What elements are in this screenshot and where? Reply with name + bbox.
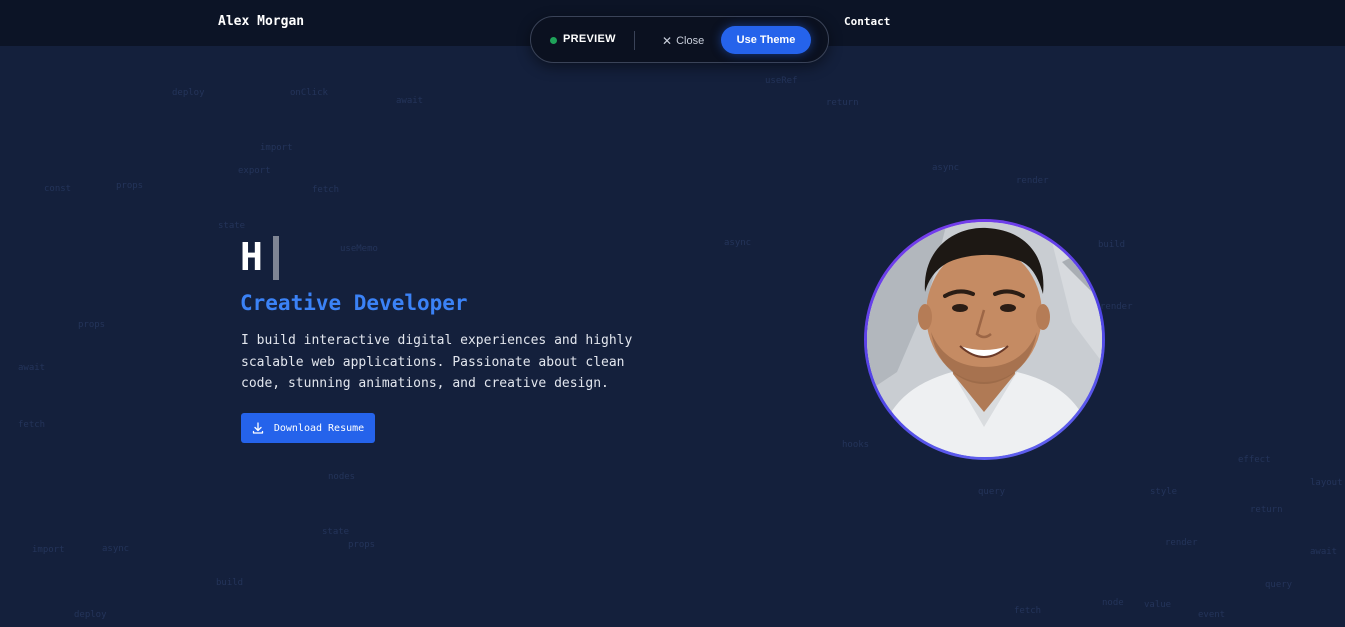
background-code-word: state [322,527,350,537]
background-code-word: hooks [842,440,870,450]
background-code-word: build [216,578,244,588]
use-theme-button[interactable]: Use Theme [721,26,811,54]
close-icon: ✕ [662,33,673,48]
preview-label: PREVIEW [563,33,616,45]
background-code-word: const [44,184,72,194]
preview-status-dot [550,37,557,44]
background-code-word: node [1102,598,1124,608]
background-code-word: useMemo [340,244,378,254]
background-code-word: props [78,320,106,330]
close-preview-button[interactable]: ✕ Close [662,33,704,48]
background-code-word: layout [1310,478,1343,488]
background-code-word: await [1310,547,1338,557]
background-code-word: deploy [74,610,107,620]
background-code-word: state [218,221,246,231]
background-code-words: deploy onClick await useRef return import expo… [0,0,1345,627]
avatar [864,219,1105,460]
background-code-word: onClick [290,88,328,98]
background-code-word: deploy [172,88,205,98]
background-code-word: async [724,238,752,248]
background-code-word: return [1250,505,1283,515]
background-code-word: return [826,98,859,108]
background-code-word: props [348,540,376,550]
profile-photo [867,222,1102,457]
background-code-word: render [1016,176,1049,186]
brand-name[interactable]: Alex Morgan [218,14,304,29]
background-code-word: query [978,487,1006,497]
background-code-word: async [932,163,960,173]
background-code-word: effect [1238,455,1271,465]
portfolio-page: deploy onClick await useRef return import expo… [0,0,1345,627]
background-code-word: fetch [18,420,46,430]
download-icon [252,422,263,434]
background-code-word: fetch [1014,606,1042,616]
background-code-word: import [260,143,293,153]
background-code-word: build [1098,240,1126,250]
background-code-word: query [1265,580,1293,590]
background-code-word: async [102,544,130,554]
background-code-word: render [1165,538,1198,548]
hero-typed-heading: H [240,235,263,279]
background-code-word: render [1100,302,1133,312]
nav-link-contact[interactable]: Contact [844,15,890,28]
close-label: Close [676,34,705,47]
background-code-word: await [396,96,424,106]
background-code-word: useRef [765,76,798,86]
background-code-word: props [116,181,144,191]
hero-description: I build interactive digital experiences … [241,333,633,391]
background-code-word: fetch [312,185,340,195]
background-code-word: style [1150,487,1178,497]
divider [634,31,635,50]
hero-subtitle: Creative Developer [240,291,468,315]
background-code-word: export [238,166,271,176]
background-code-word: nodes [328,472,356,482]
background-code-word: await [18,363,46,373]
background-code-word: value [1144,600,1172,610]
background-code-word: import [32,545,65,555]
profile-photo-illustration [867,222,1102,457]
theme-preview-bar: PREVIEW ✕ Close Use Theme [530,16,829,63]
background-code-word: event [1198,610,1226,620]
typing-cursor [273,236,279,280]
download-resume-label: Download Resume [273,422,365,434]
download-resume-button[interactable]: Download Resume [241,413,375,443]
